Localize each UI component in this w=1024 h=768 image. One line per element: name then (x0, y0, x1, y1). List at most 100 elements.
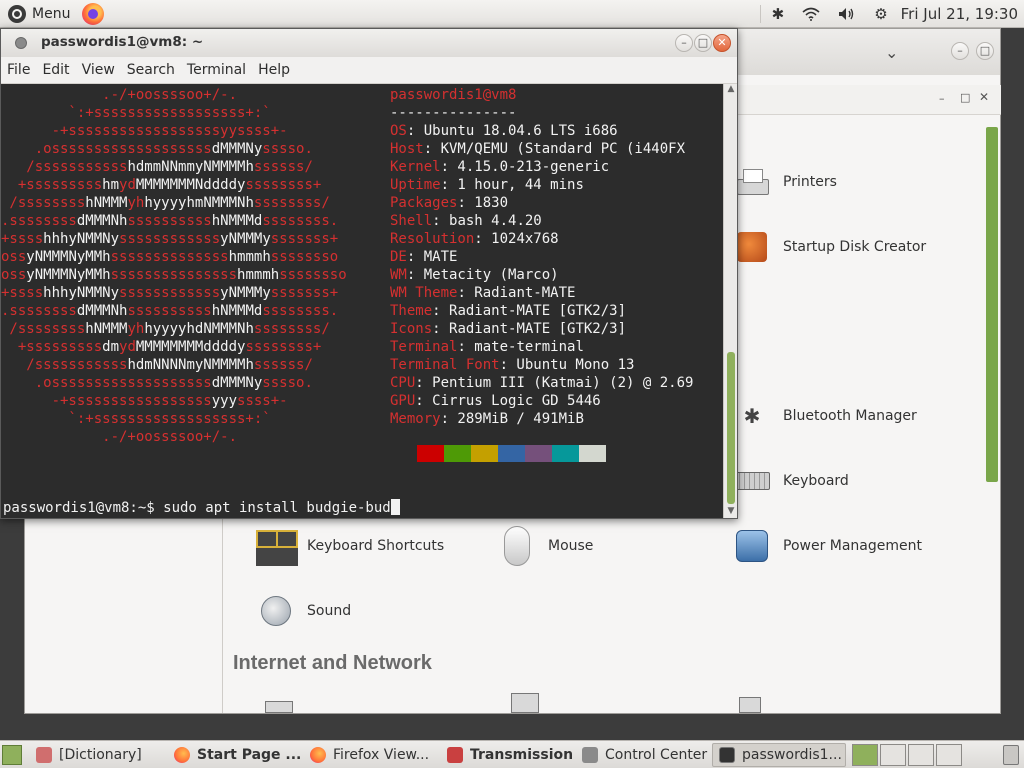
logo-line: /ssssssssssshdmNNNNmyNMMMMhssssss/ (1, 357, 313, 373)
logo-line: .-/+oossssoo+/-. (1, 87, 238, 103)
clock[interactable]: Fri Jul 21, 19:30 (897, 0, 1024, 28)
bluetooth-icon[interactable]: ✱ (763, 0, 794, 28)
sound-item[interactable]: Sound (255, 590, 351, 632)
printers-item[interactable]: Printers (731, 161, 837, 203)
trash-icon[interactable] (1003, 745, 1019, 765)
wifi-icon[interactable] (793, 0, 829, 28)
menu-file[interactable]: File (1, 62, 36, 78)
logo-line: +sssshhhyNMMNyssssssssssssyNMMMysssssss+ (1, 231, 339, 247)
ubuntu-logo-icon (8, 5, 26, 23)
info-row: WM: Metacity (Marco) (390, 267, 559, 283)
scrollbar-thumb[interactable] (727, 352, 735, 504)
terminal-close-button[interactable]: ✕ (713, 34, 731, 52)
logo-line: .ssssssssdMMMNhsssssssssshNMMMdssssssss. (1, 213, 339, 229)
inner-minimize-button[interactable]: – (939, 92, 945, 105)
task-dictionary[interactable]: [Dictionary] (30, 743, 166, 767)
bottom-panel: [Dictionary] Start Page ... Firefox View… (0, 740, 1024, 768)
menu-view[interactable]: View (76, 62, 121, 78)
firefox-icon (174, 747, 190, 763)
bluetooth-manager-label: Bluetooth Manager (783, 408, 917, 424)
minimize-button[interactable]: – (951, 42, 969, 60)
inner-close-button[interactable]: ✕ (979, 90, 989, 104)
logo-line: -+sssssssssssssssssyyyssss+- (1, 393, 288, 409)
power-management-item[interactable]: Power Management (731, 525, 922, 567)
firefox-launcher-icon[interactable] (82, 3, 104, 25)
info-row: Resolution: 1024x768 (390, 231, 559, 247)
command-prompt[interactable]: passwordis1@vm8:~$ sudo apt install budg… (3, 499, 400, 517)
task-firefox-view[interactable]: Firefox View... (304, 743, 438, 767)
network-connections-icon[interactable] (511, 693, 539, 713)
terminal-title: passwordis1@vm8: ~ (41, 34, 204, 50)
terminal-minimize-button[interactable]: – (675, 34, 693, 52)
mouse-item[interactable]: Mouse (496, 525, 593, 567)
color-swatch (552, 445, 579, 462)
color-swatch (579, 445, 606, 462)
mouse-label: Mouse (548, 538, 594, 554)
firewall-icon[interactable] (265, 701, 293, 713)
keyboard-item[interactable]: Keyboard (731, 460, 849, 502)
prompt-text: passwordis1@vm8:~$ sudo apt install budg… (3, 500, 391, 516)
main-menu-label: Menu (32, 6, 71, 22)
info-row: DE: MATE (390, 249, 458, 265)
task-start-page[interactable]: Start Page ... (168, 743, 300, 767)
scroll-up-icon[interactable]: ▲ (724, 84, 738, 96)
task-control-center[interactable]: Control Center (576, 743, 710, 767)
network-proxy-icon[interactable] (739, 697, 761, 713)
settings-icon[interactable]: ⚙ (865, 0, 896, 28)
info-row: OS: Ubuntu 18.04.6 LTS i686 (390, 123, 618, 139)
color-swatch (390, 445, 417, 462)
info-row: GPU: Cirrus Logic GD 5446 (390, 393, 601, 409)
menu-help[interactable]: Help (252, 62, 296, 78)
workspace-3[interactable] (908, 744, 934, 766)
main-menu-button[interactable]: Menu (4, 3, 74, 25)
bluetooth-manager-item[interactable]: ✱ Bluetooth Manager (731, 395, 917, 437)
scroll-down-icon[interactable]: ▼ (724, 506, 738, 518)
volume-icon[interactable] (829, 0, 865, 28)
neofetch-rule: --------------- (390, 105, 517, 121)
transmission-icon (447, 747, 463, 763)
terminal-scrollbar[interactable]: ▲ ▼ (723, 84, 737, 518)
color-swatch (498, 445, 525, 462)
maximize-button[interactable]: □ (976, 42, 994, 60)
workspace-2[interactable] (880, 744, 906, 766)
inner-maximize-button[interactable]: □ (960, 91, 970, 104)
sound-icon (255, 590, 297, 632)
menu-search[interactable]: Search (121, 62, 181, 78)
task-terminal[interactable]: passwordis1... (712, 743, 846, 767)
info-row: Theme: Radiant-MATE [GTK2/3] (390, 303, 627, 319)
logo-line: .-/+oossssoo+/-. (1, 429, 238, 445)
chevron-down-icon[interactable]: ⌄ (885, 43, 898, 62)
terminal-menubar: File Edit View Search Terminal Help (1, 57, 737, 84)
color-swatch (417, 445, 444, 462)
info-row: Kernel: 4.15.0-213-generic (390, 159, 610, 175)
sound-label: Sound (307, 603, 352, 619)
logo-line: .osssssssssssssssssssdMMMNysssso. (1, 141, 313, 157)
keyboard-shortcuts-item[interactable]: Keyboard Shortcuts (255, 525, 444, 567)
window-menu-icon[interactable] (15, 37, 27, 49)
info-row: Memory: 289MiB / 491MiB (390, 411, 584, 427)
firefox-icon (310, 747, 326, 763)
menu-edit[interactable]: Edit (36, 62, 75, 78)
logo-line: .osssssssssssssssssssdMMMNysssso. (1, 375, 313, 391)
info-row: Shell: bash 4.4.20 (390, 213, 542, 229)
terminal-titlebar[interactable]: passwordis1@vm8: ~ – □ ✕ (1, 29, 737, 57)
terminal-maximize-button[interactable]: □ (694, 34, 712, 52)
task-transmission[interactable]: Transmission (441, 743, 573, 767)
terminal-screen[interactable]: .-/+oossssoo+/-. `:+ssssssssssssssssss+:… (1, 84, 724, 518)
info-row: Terminal Font: Ubuntu Mono 13 (390, 357, 635, 373)
system-tray: ✱ ⚙ Fri Jul 21, 19:30 (758, 0, 1024, 28)
color-swatch (471, 445, 498, 462)
menu-terminal[interactable]: Terminal (181, 62, 252, 78)
mouse-icon (496, 525, 538, 567)
show-desktop-button[interactable] (2, 745, 22, 765)
logo-line: `:+ssssssssssssssssss+:` (1, 411, 271, 427)
power-management-label: Power Management (783, 538, 923, 554)
task-label: passwordis1... (742, 747, 842, 763)
workspace-1[interactable] (852, 744, 878, 766)
startup-disk-creator-item[interactable]: Startup Disk Creator (731, 226, 926, 268)
info-row: CPU: Pentium III (Katmai) (2) @ 2.69 (390, 375, 694, 391)
task-label: Transmission (470, 747, 573, 763)
control-center-scrollbar[interactable] (986, 127, 998, 482)
workspace-4[interactable] (936, 744, 962, 766)
info-row: Packages: 1830 (390, 195, 509, 211)
